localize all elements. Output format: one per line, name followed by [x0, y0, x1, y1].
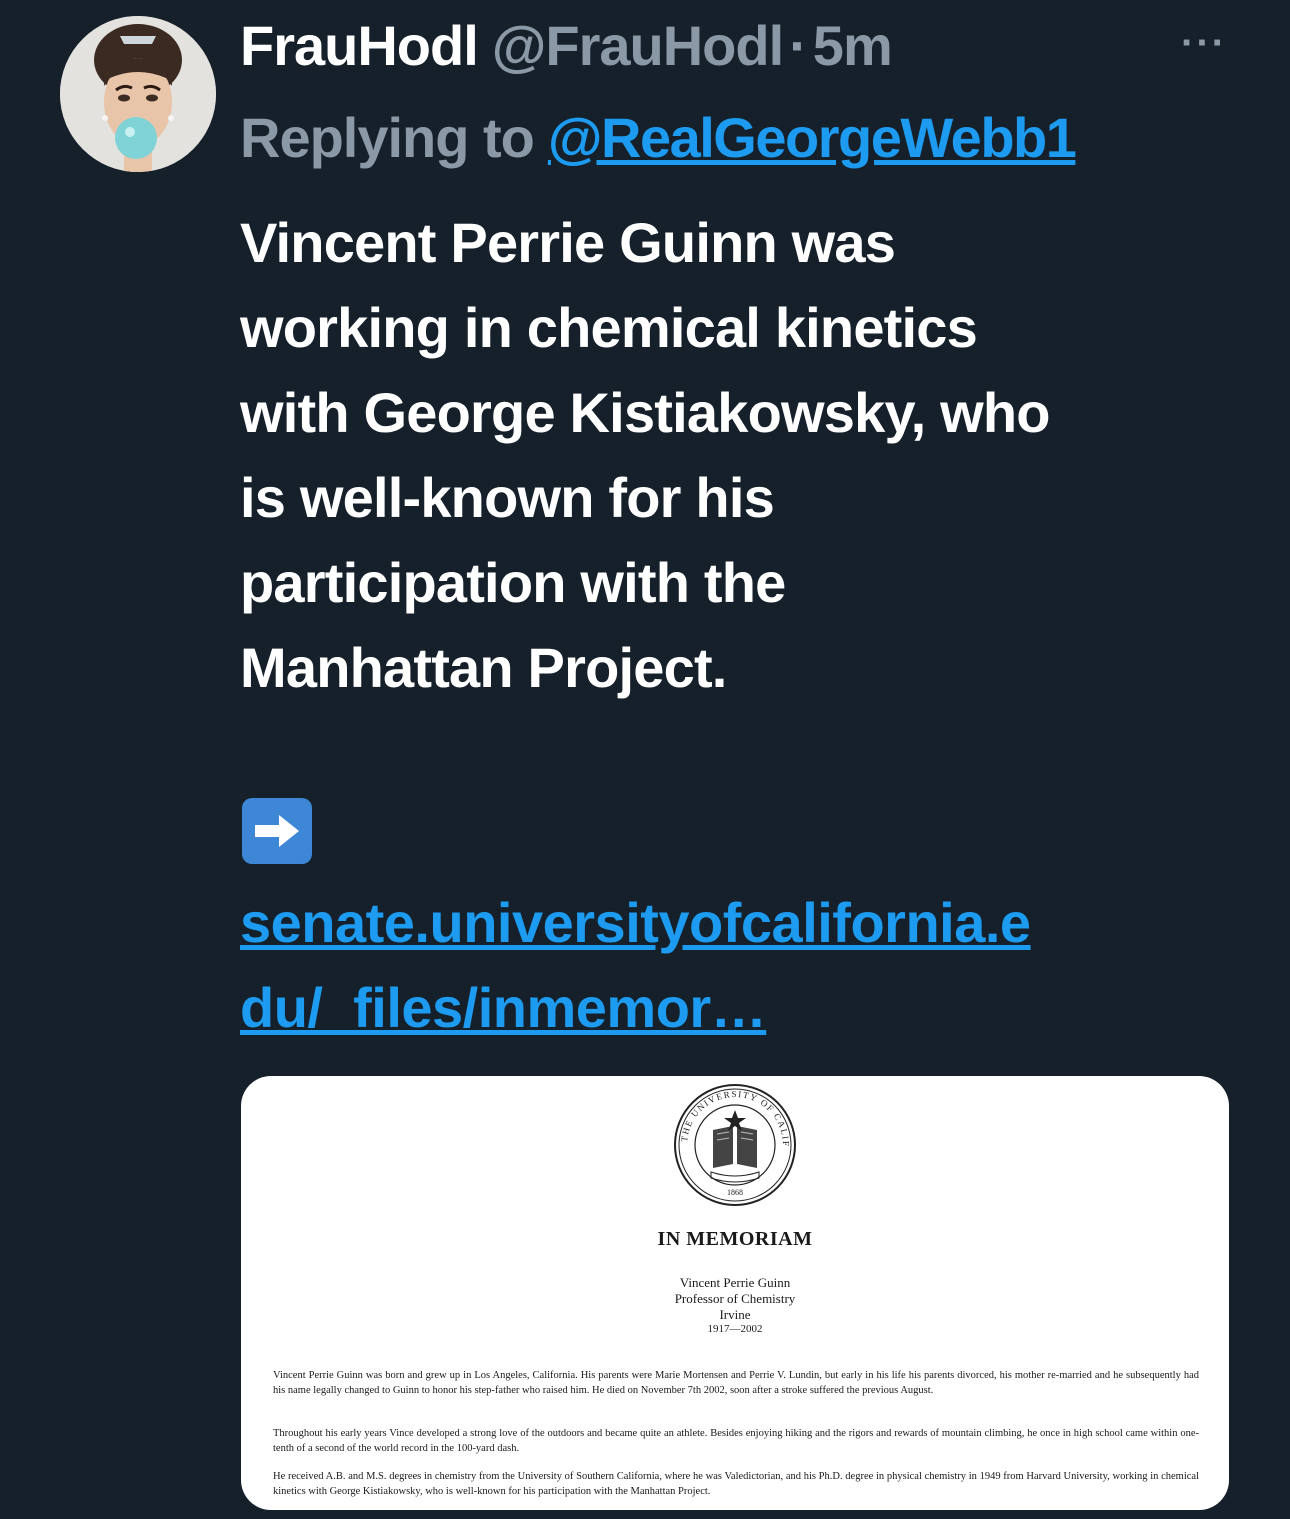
university-seal-icon: THE UNIVERSITY OF CALIFORNIA 1868 — [667, 1082, 796, 1206]
external-link[interactable]: senate.universityofcalifornia.e du/_file… — [240, 880, 1230, 1050]
document-person-name: Vincent Perrie Guinn — [679, 1275, 791, 1290]
user-handle[interactable]: @FrauHodl — [492, 13, 784, 78]
tweet-text-line: with George Kistiakowsky, who — [240, 381, 1051, 444]
seal-year: 1868 — [727, 1188, 743, 1197]
tweet-text-line: Vincent Perrie Guinn was — [240, 211, 896, 274]
reply-prefix: Replying to — [240, 105, 535, 169]
more-options-icon[interactable]: ··· — [1176, 18, 1232, 68]
reply-mention-link[interactable]: @RealGeorgeWebb1 — [548, 105, 1077, 170]
avatar-portrait — [60, 16, 216, 172]
tweet-text-line: Manhattan Project. — [240, 636, 727, 699]
reply-context: Replying to @RealGeorgeWebb1 — [240, 102, 1077, 172]
avatar[interactable] — [60, 16, 216, 172]
tweet-text-line: participation with the — [240, 551, 786, 614]
timestamp[interactable]: 5m — [813, 13, 893, 78]
tweet-text-line: is well-known for his — [240, 466, 775, 529]
tweet-header: FrauHodl @FrauHodl · 5m — [240, 10, 893, 80]
document-title: IN MEMORIAM — [657, 1228, 813, 1250]
tweet-text: Vincent Perrie Guinn was working in chem… — [240, 200, 1230, 710]
separator-dot: · — [789, 13, 808, 77]
document-campus: Irvine — [719, 1307, 751, 1322]
document-years: 1917—2002 — [707, 1323, 763, 1335]
document-position: Professor of Chemistry — [674, 1291, 796, 1306]
link-line[interactable]: senate.universityofcalifornia.e — [240, 880, 1230, 965]
tweet-text-line: working in chemical kinetics — [240, 296, 978, 359]
display-name[interactable]: FrauHodl — [240, 13, 479, 78]
document-paragraph: Throughout his early years Vince develop… — [273, 1428, 1199, 1454]
attached-image-card[interactable]: THE UNIVERSITY OF CALIFORNIA 1868 IN MEM… — [241, 1076, 1229, 1510]
link-line[interactable]: du/_files/inmemor… — [240, 965, 1230, 1050]
document-paragraph: He received A.B. and M.S. degrees in che… — [273, 1471, 1199, 1497]
document-paragraph: Vincent Perrie Guinn was born and grew u… — [273, 1370, 1199, 1396]
right-arrow-emoji-icon — [242, 798, 312, 864]
